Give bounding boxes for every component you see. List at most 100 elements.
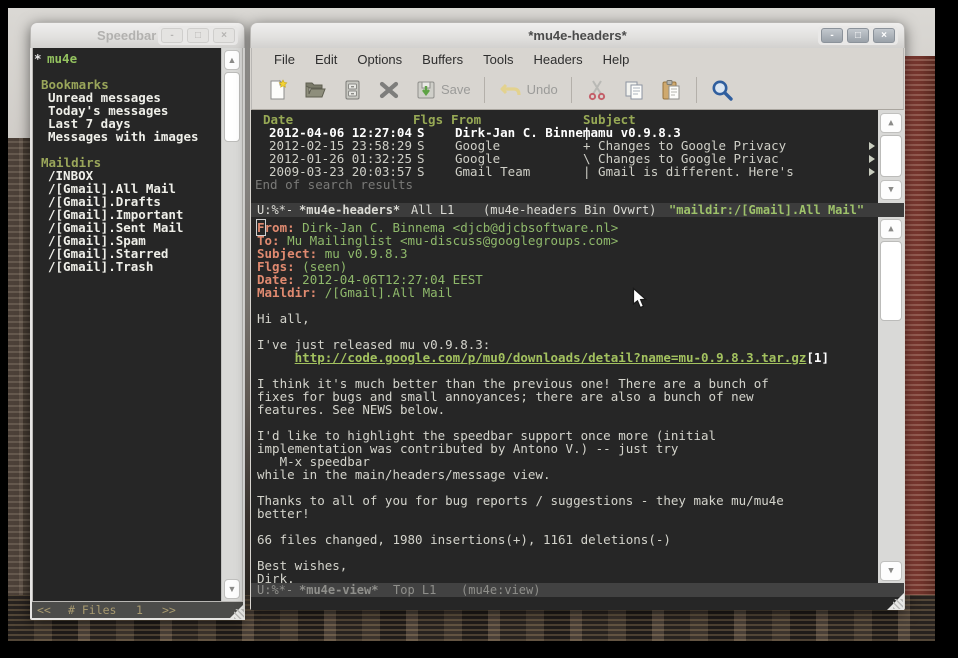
speedbar-mode-label[interactable]: # Files	[68, 602, 116, 618]
open-folder-button[interactable]	[303, 78, 327, 102]
speedbar-window-buttons: - □ ×	[158, 26, 238, 45]
mu4e-headers-pane[interactable]: DateFlgsFromSubject2012-04-06 12:27:04SD…	[251, 110, 878, 203]
save-label: Save	[441, 82, 471, 97]
cut-button[interactable]	[585, 78, 609, 102]
link-footnote: [1]	[806, 350, 829, 365]
save-icon	[414, 78, 438, 102]
menu-bar: FileEditOptionsBuffersToolsHeadersHelp	[251, 48, 904, 70]
cut-icon	[585, 78, 609, 102]
speedbar-window: Speedbar 1.0 - □ × *mu4e BookmarksUnread…	[30, 22, 245, 620]
menu-options[interactable]: Options	[347, 50, 412, 69]
scroll-up-icon[interactable]: ▲	[880, 219, 902, 239]
body-line: Thanks to all of you for bug reports / s…	[257, 494, 878, 507]
mouse-cursor	[632, 287, 649, 310]
body-line: Best wishes,	[257, 559, 878, 572]
scroll-down-icon[interactable]: ▼	[880, 561, 902, 581]
menu-tools[interactable]: Tools	[473, 50, 523, 69]
body-line: http://code.google.com/p/mu0/downloads/d…	[257, 351, 878, 364]
body-text: Thanks to all of you for bug reports / s…	[257, 493, 784, 508]
toolbar-separator	[571, 77, 572, 103]
body-line: Hi all,	[257, 312, 878, 325]
body-line: better!	[257, 507, 878, 520]
speedbar-item[interactable]: Messages with images	[33, 130, 221, 143]
menu-buffers[interactable]: Buffers	[412, 50, 473, 69]
window-title: *mu4e-headers*	[251, 28, 904, 43]
main-window-buttons: - □ ×	[818, 26, 898, 45]
body-text: features. See NEWS below.	[257, 402, 445, 417]
main-titlebar[interactable]: *mu4e-headers* - □ ×	[250, 22, 905, 48]
headers-modeline: U:%*- *mu4e-headers* All L1 (mu4e-header…	[251, 203, 904, 217]
maximize-button[interactable]: □	[847, 28, 869, 43]
body-text: while in the main/headers/message view.	[257, 467, 551, 482]
modeline-modes: (mu4e:view)	[461, 583, 540, 597]
field-label: Maildir:	[257, 285, 317, 300]
menu-help[interactable]: Help	[593, 50, 640, 69]
headers-scrollbar[interactable]: ▲ ▼	[878, 110, 904, 203]
paste-button[interactable]	[659, 78, 683, 102]
file-cabinet-icon	[340, 78, 364, 102]
minimize-button[interactable]: -	[161, 28, 183, 43]
blank-line	[257, 299, 878, 312]
scrollbar-thumb[interactable]	[880, 241, 902, 321]
file-cabinet-button[interactable]	[340, 78, 364, 102]
undo-icon	[498, 78, 524, 102]
emacs-frame: DateFlgsFromSubject2012-04-06 12:27:04SD…	[251, 110, 904, 610]
close-button[interactable]: ×	[213, 28, 235, 43]
mu4e-headers-window: *mu4e-headers* - □ × FileEditOptionsBuff…	[250, 22, 905, 610]
open-folder-icon	[303, 78, 327, 102]
toolbar-separator	[484, 77, 485, 103]
echo-area[interactable]	[251, 597, 904, 610]
menu-file[interactable]: File	[264, 50, 305, 69]
view-scrollbar[interactable]: ▲ ▼	[878, 217, 904, 583]
maximize-button[interactable]: □	[187, 28, 209, 43]
message-field: Subject: mu v0.9.8.3	[257, 247, 878, 260]
close-x-icon	[377, 78, 401, 102]
cell-from: Gmail Team	[455, 165, 530, 178]
speedbar-next-button[interactable]: >>	[162, 602, 176, 618]
modeline-status: U:%*-	[257, 583, 293, 597]
copy-button[interactable]	[622, 78, 646, 102]
new-file-button[interactable]	[266, 78, 290, 102]
scroll-up-icon[interactable]: ▲	[224, 50, 240, 70]
body-line	[257, 546, 878, 559]
mu4e-view-pane[interactable]: From: Dirk-Jan C. Binnema <djcb@djcbsoft…	[251, 217, 878, 583]
main-grip-dots	[893, 599, 903, 609]
speedbar-scrollbar[interactable]: ▲ ▼	[221, 48, 242, 601]
speedbar-list: *mu4e BookmarksUnread messagesToday's me…	[33, 48, 221, 273]
view-modeline: U:%*- *mu4e-view* Top L1 (mu4e:view)	[251, 583, 904, 597]
speedbar-root[interactable]: *mu4e	[33, 52, 221, 65]
body-text: better!	[257, 506, 310, 521]
close-buffer-button[interactable]	[377, 78, 401, 102]
minimize-button[interactable]: -	[821, 28, 843, 43]
menu-headers[interactable]: Headers	[523, 50, 592, 69]
modeline-query: "maildir:/[Gmail].All Mail"	[669, 203, 864, 217]
modeline-position: Top L1	[393, 583, 436, 597]
search-button[interactable]	[710, 78, 734, 102]
paste-icon	[659, 78, 683, 102]
menu-edit[interactable]: Edit	[305, 50, 347, 69]
body-text: 66 files changed, 1980 insertions(+), 11…	[257, 532, 671, 547]
speedbar-buffer: *mu4e BookmarksUnread messagesToday's me…	[33, 48, 221, 601]
scrollbar-thumb[interactable]	[880, 135, 902, 177]
speedbar-titlebar[interactable]: Speedbar 1.0 - □ ×	[30, 22, 245, 48]
modeline-position: All L1	[411, 203, 454, 217]
speedbar-prev-button[interactable]: <<	[37, 602, 51, 618]
expander-icon[interactable]: *	[34, 52, 42, 65]
end-of-results-text: End of search results	[251, 178, 878, 191]
speedbar-item[interactable]: /[Gmail].Trash	[33, 260, 221, 273]
scrollbar-thumb[interactable]	[224, 72, 240, 142]
body-link[interactable]: http://code.google.com/p/mu0/downloads/d…	[295, 350, 807, 365]
cell-subject: | Gmail is different. Here's	[583, 165, 794, 178]
body-line: features. See NEWS below.	[257, 403, 878, 416]
body-line: while in the main/headers/message view.	[257, 468, 878, 481]
close-button[interactable]: ×	[873, 28, 895, 43]
scroll-down-icon[interactable]: ▼	[224, 579, 240, 599]
body-line: 66 files changed, 1980 insertions(+), 11…	[257, 533, 878, 546]
modeline-status: U:%*-	[257, 203, 293, 217]
undo-button[interactable]: Undo	[498, 78, 558, 102]
field-value: /[Gmail].All Mail	[317, 285, 452, 300]
speedbar-statusbar: << # Files 1 >>	[32, 602, 243, 618]
save-button[interactable]: Save	[414, 78, 471, 102]
scroll-down-icon[interactable]: ▼	[880, 180, 902, 200]
scroll-up-icon[interactable]: ▲	[880, 113, 902, 133]
